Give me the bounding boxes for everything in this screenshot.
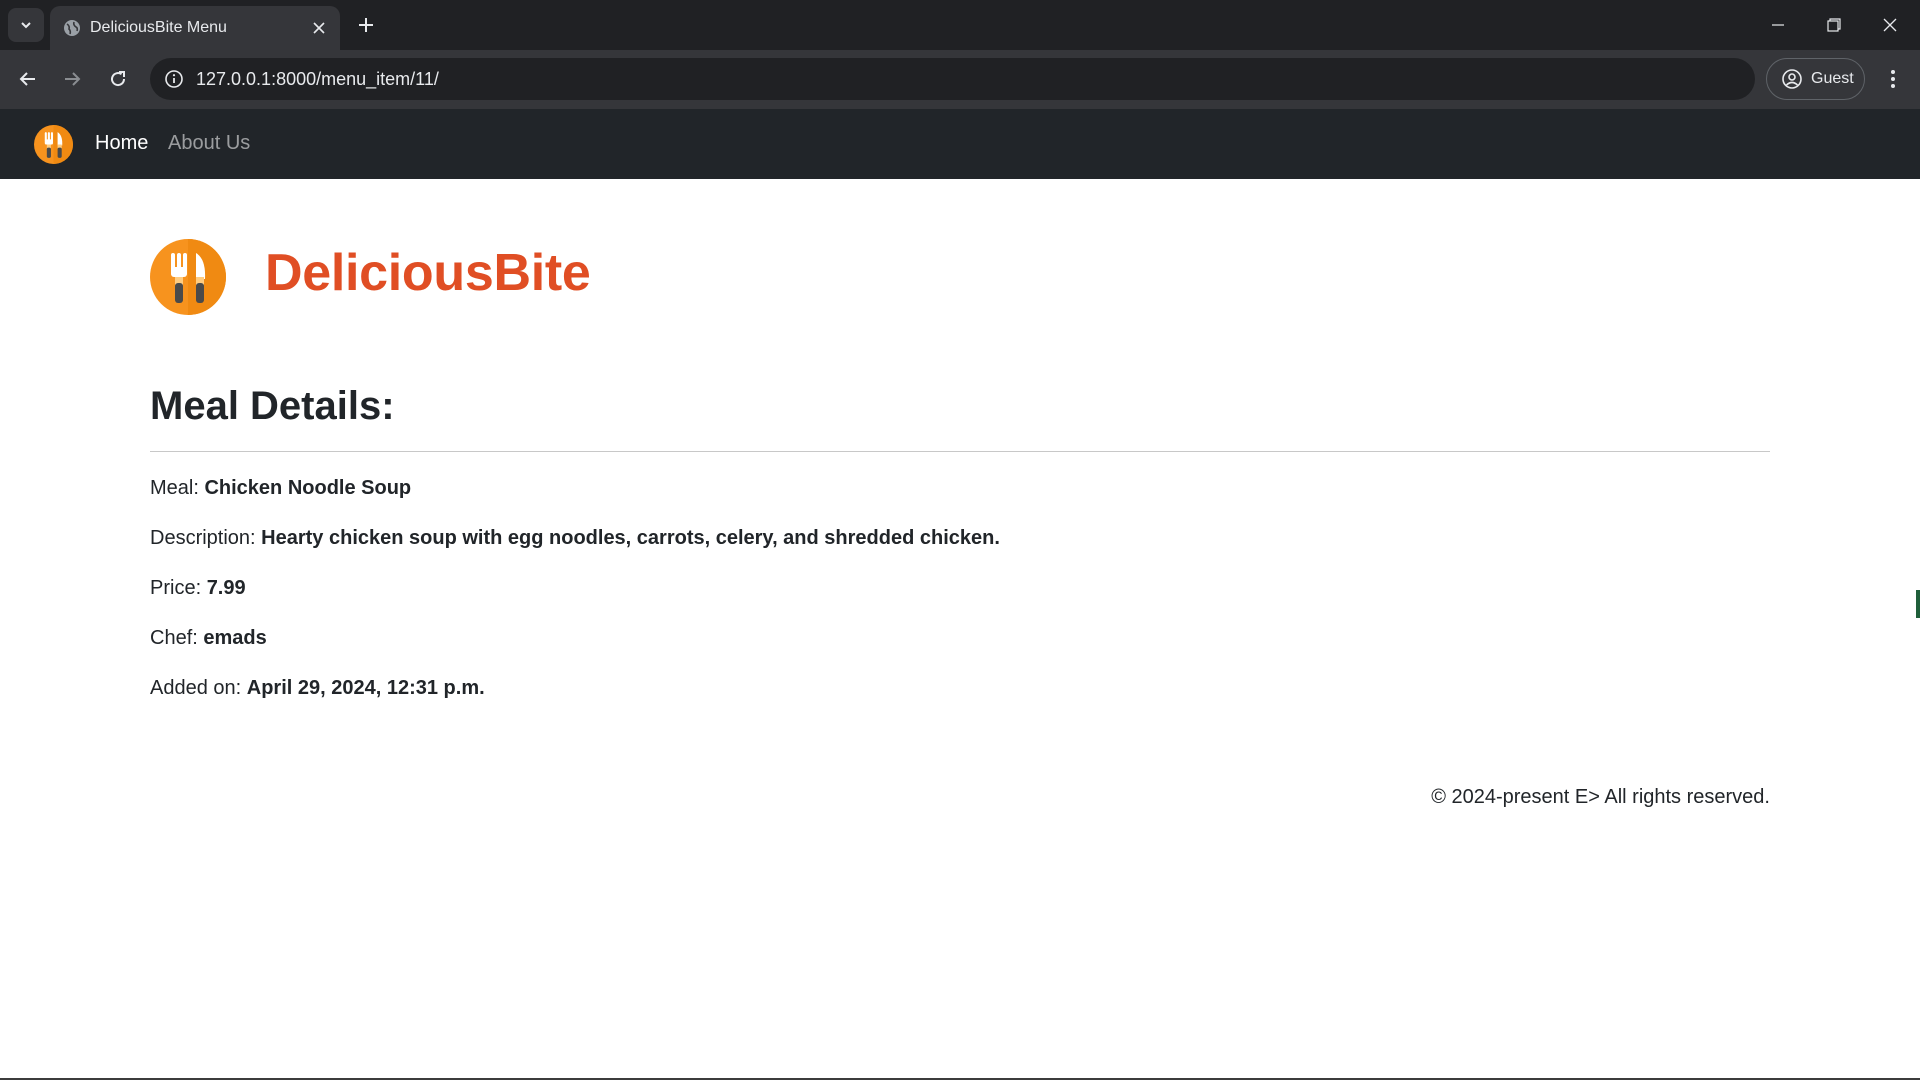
detail-value: 7.99 (206, 577, 246, 599)
brand-header: DeliciousBite (150, 239, 750, 315)
detail-description: Description: Hearty chicken soup with eg… (150, 527, 1000, 550)
nav-link-home[interactable]: Home (95, 132, 148, 155)
new-tab-button[interactable] (352, 11, 380, 39)
detail-value: Chicken Noodle Soup (204, 477, 412, 499)
detail-chef: Chef: emads (150, 627, 267, 650)
fork-knife-icon[interactable] (34, 125, 73, 164)
detail-label: Description: (150, 527, 256, 549)
detail-label: Added on: (150, 677, 242, 699)
text-cursor (1916, 590, 1920, 618)
url-text[interactable]: 127.0.0.1:8000/menu_item/11/ (196, 69, 439, 90)
restore-icon (1827, 18, 1841, 32)
restore-button[interactable] (1806, 0, 1862, 50)
close-icon (313, 22, 325, 34)
tab-search-button[interactable] (8, 8, 44, 42)
tab-close-button[interactable] (308, 17, 330, 39)
browser-tab[interactable]: DeliciousBite Menu (50, 6, 340, 50)
tab-title: DeliciousBite Menu (90, 19, 227, 36)
close-icon (1883, 18, 1897, 32)
profile-label: Guest (1811, 70, 1854, 87)
fork-knife-icon (150, 239, 226, 315)
brand-name: DeliciousBite (265, 244, 591, 302)
site-navbar: Home About Us (0, 109, 1920, 179)
profile-button[interactable]: Guest (1766, 58, 1865, 100)
window-close-button[interactable] (1862, 0, 1918, 50)
reload-button[interactable] (100, 61, 136, 97)
minimize-icon (1772, 24, 1784, 26)
plus-icon (359, 18, 373, 32)
reload-icon (111, 71, 126, 87)
detail-value: April 29, 2024, 12:31 p.m. (246, 677, 485, 699)
divider (150, 451, 1770, 452)
detail-label: Price: (150, 577, 202, 599)
nav-link-about-us[interactable]: About Us (168, 132, 250, 155)
globe-icon (64, 20, 80, 36)
browser-toolbar: 127.0.0.1:8000/menu_item/11/ Guest (0, 50, 1920, 109)
minimize-button[interactable] (1750, 0, 1806, 50)
more-vertical-icon (1891, 70, 1895, 88)
back-button[interactable] (10, 61, 46, 97)
detail-price: Price: 7.99 (150, 577, 246, 600)
browser-tab-strip: DeliciousBite Menu (0, 0, 1920, 50)
footer-copyright: © 2024-present E> All rights reserved. (1431, 786, 1770, 808)
site-info-button[interactable] (158, 63, 190, 95)
account-circle-icon (1782, 69, 1802, 89)
section-title: Meal Details: (150, 384, 395, 428)
forward-button[interactable] (54, 61, 90, 97)
detail-value: emads (203, 627, 267, 649)
detail-label: Chef: (150, 627, 198, 649)
browser-menu-button[interactable] (1878, 61, 1908, 97)
address-bar[interactable]: 127.0.0.1:8000/menu_item/11/ (150, 58, 1755, 100)
detail-added-on: Added on: April 29, 2024, 12:31 p.m. (150, 677, 485, 700)
chevron-down-icon (21, 22, 31, 29)
info-icon (165, 70, 183, 88)
arrow-left-icon (19, 72, 35, 86)
arrow-right-icon (65, 72, 81, 86)
detail-value: Hearty chicken soup with egg noodles, ca… (261, 527, 1000, 549)
detail-label: Meal: (150, 477, 199, 499)
detail-meal: Meal: Chicken Noodle Soup (150, 477, 411, 500)
